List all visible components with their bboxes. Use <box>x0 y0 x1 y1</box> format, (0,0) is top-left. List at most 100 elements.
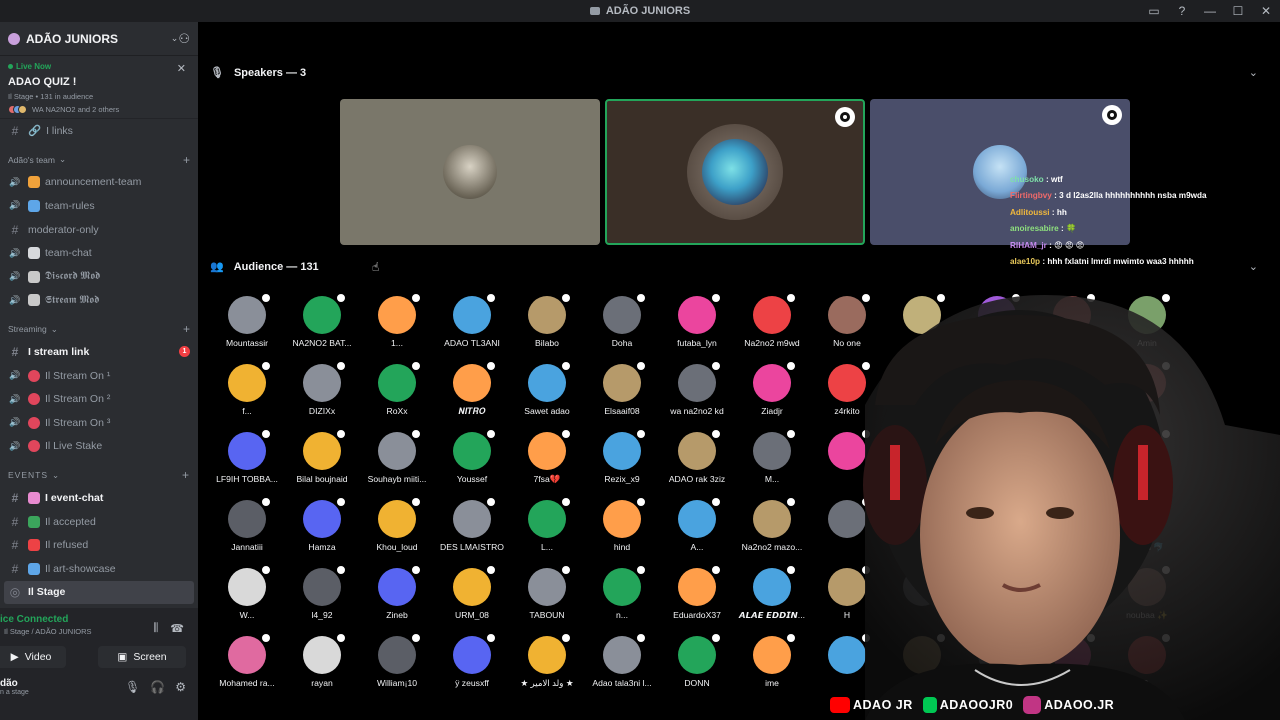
audience-member[interactable]: ★ ولد الامير ★ <box>510 628 584 692</box>
audience-member[interactable]: Khou_loud <box>360 492 434 556</box>
speaker-tile[interactable] <box>340 99 600 245</box>
audience-member[interactable]: ÿ zeusxff <box>435 628 509 692</box>
channel-item[interactable]: # Il refused <box>0 533 198 557</box>
stage-badge-icon <box>635 428 647 440</box>
audience-member[interactable]: Hamza <box>285 492 359 556</box>
stage-badge-icon <box>260 292 272 304</box>
category-team[interactable]: Adão's team ⌄ + <box>0 149 198 171</box>
audience-member[interactable]: Elsaaif08 <box>585 356 659 420</box>
category-events[interactable]: EVENTS ⌄ + <box>0 464 198 486</box>
audience-member[interactable]: Rezix_x9 <box>585 424 659 488</box>
video-button[interactable]: ▶ Video <box>0 646 66 668</box>
audience-member[interactable]: URM_08 <box>435 560 509 624</box>
audience-member[interactable]: A... <box>660 492 734 556</box>
audience-member[interactable]: Ziadjr <box>735 356 809 420</box>
mic-icon[interactable]: 🎙 <box>125 680 140 694</box>
audience-member[interactable]: DONN <box>660 628 734 692</box>
audience-member[interactable]: William¡10 <box>360 628 434 692</box>
audience-member[interactable]: wa na2no2 kd <box>660 356 734 420</box>
stage-badge-icon <box>335 292 347 304</box>
audience-member[interactable]: M... <box>735 424 809 488</box>
channel-item[interactable]: 🔊 Il Stream On ¹ <box>0 364 198 388</box>
stage-badge-icon <box>710 632 722 644</box>
server-header[interactable]: ADÃO JUNIORS ⌄ ⚇ <box>0 22 198 56</box>
audience-member[interactable]: Na2no2 m9wd <box>735 288 809 352</box>
disconnect-icon[interactable]: ☎ <box>170 622 184 635</box>
audience-member[interactable]: 7fsa💔 <box>510 424 584 488</box>
audience-member[interactable]: rayan <box>285 628 359 692</box>
audience-member[interactable]: Na2no2 mazo... <box>735 492 809 556</box>
audience-member[interactable]: ADAO rak 3ziz <box>660 424 734 488</box>
audience-member[interactable]: W... <box>210 560 284 624</box>
channel-item[interactable]: 🔊 announcement-team <box>0 171 198 195</box>
audience-member[interactable]: Sawet adao <box>510 356 584 420</box>
noise-suppression-icon[interactable]: ⫼ <box>153 622 158 635</box>
inbox-icon[interactable]: ▭ <box>1140 0 1168 22</box>
channel-links[interactable]: # 🔗 I links <box>0 119 198 143</box>
audience-member[interactable]: Zineb <box>360 560 434 624</box>
channel-item[interactable]: # Il accepted <box>0 510 198 534</box>
audience-member[interactable]: Mohamed ra... <box>210 628 284 692</box>
channel-item[interactable]: # I event-chat <box>0 486 198 510</box>
channel-item[interactable]: 🔊 team-rules <box>0 194 198 218</box>
channel-item[interactable]: 🔊 𝕾𝖙𝖗𝖊𝖆𝖒 𝕸𝖔𝖉 <box>0 289 198 313</box>
close-button[interactable]: ✕ <box>1252 0 1280 22</box>
audience-member[interactable]: 1... <box>360 288 434 352</box>
audience-member[interactable]: Mountassir <box>210 288 284 352</box>
speakers-title: Speakers — 3 <box>233 66 307 79</box>
audience-member[interactable]: EduardoX37 <box>660 560 734 624</box>
channel-item[interactable]: 🔊 Il Stream On ² <box>0 387 198 411</box>
audience-member[interactable]: TABOUN <box>510 560 584 624</box>
audience-member[interactable]: n... <box>585 560 659 624</box>
audience-member[interactable]: f... <box>210 356 284 420</box>
audience-member[interactable]: 𝑵𝑰𝑻𝑹𝑶 <box>435 356 509 420</box>
gear-icon[interactable]: ⚙ <box>175 680 186 694</box>
chevron-down-icon[interactable]: ⌄ <box>1249 260 1258 273</box>
channel-item[interactable]: 🔊 𝕯𝖎𝖘𝖈𝖔𝖗𝖉 𝕸𝖔𝖉 <box>0 265 198 289</box>
channel-item[interactable]: 🔊 Il Stream On ³ <box>0 411 198 435</box>
audience-member[interactable]: futaba_lyn <box>660 288 734 352</box>
audience-member[interactable]: Bilabo <box>510 288 584 352</box>
close-icon[interactable]: ✕ <box>177 62 186 75</box>
help-icon[interactable]: ? <box>1168 0 1196 22</box>
video-label: Video <box>24 651 52 663</box>
audience-member[interactable]: hind <box>585 492 659 556</box>
maximize-button[interactable]: ☐ <box>1224 0 1252 22</box>
channel-item[interactable]: 🔊 Il Live Stake <box>0 435 198 459</box>
channel-label: I event-chat <box>45 491 104 504</box>
audience-member[interactable]: LF9IH TOBBA... <box>210 424 284 488</box>
live-now-panel[interactable]: Live Now ADAO QUIZ ! Il Stage • 131 in a… <box>0 56 198 119</box>
audience-member[interactable]: DIZIXx <box>285 356 359 420</box>
channel-item[interactable]: # I stream link 1 <box>0 340 198 364</box>
add-channel-icon[interactable]: + <box>183 153 190 167</box>
audience-member[interactable]: Adao tala3ni l... <box>585 628 659 692</box>
category-streaming[interactable]: Streaming ⌄ + <box>0 318 198 340</box>
audience-member[interactable]: Bilal boujnaid <box>285 424 359 488</box>
audience-member[interactable]: Jannatiii <box>210 492 284 556</box>
audience-member[interactable]: ime <box>735 628 809 692</box>
minimize-button[interactable]: — <box>1196 0 1224 22</box>
audience-member[interactable]: L... <box>510 492 584 556</box>
channel-item[interactable]: # Il art-showcase <box>0 557 198 581</box>
headphones-icon[interactable]: 🎧 <box>150 680 165 694</box>
audience-member[interactable]: l4_92 <box>285 560 359 624</box>
channel-item[interactable]: ◎ Il Stage <box>4 580 194 605</box>
audience-member[interactable]: ADAO TL3ANI <box>435 288 509 352</box>
channel-item[interactable]: # moderator-only <box>0 218 198 242</box>
audience-member[interactable]: NA2NO2 BAT... <box>285 288 359 352</box>
audience-member[interactable]: RoXx <box>360 356 434 420</box>
window-controls: ▭ ? — ☐ ✕ <box>1140 0 1280 22</box>
audience-member[interactable]: Souhayb miiti... <box>360 424 434 488</box>
audience-member[interactable]: 𝘼𝙇𝘼𝙀 𝙀𝘿𝘿𝙄𝙉... <box>735 560 809 624</box>
chevron-down-icon[interactable]: ⌄ <box>1249 66 1258 79</box>
screen-button[interactable]: ▣ Screen <box>98 646 186 668</box>
speaker-tile-speaking[interactable] <box>605 99 865 245</box>
audience-member[interactable]: DES LMAISTRO <box>435 492 509 556</box>
stage-badge-icon <box>485 632 497 644</box>
add-channel-icon[interactable]: + <box>182 468 190 482</box>
invite-icon[interactable]: ⚇ <box>178 31 190 47</box>
audience-member[interactable]: Youssef <box>435 424 509 488</box>
channel-item[interactable]: 🔊 team-chat <box>0 241 198 265</box>
add-channel-icon[interactable]: + <box>183 322 190 336</box>
audience-member[interactable]: Doha <box>585 288 659 352</box>
